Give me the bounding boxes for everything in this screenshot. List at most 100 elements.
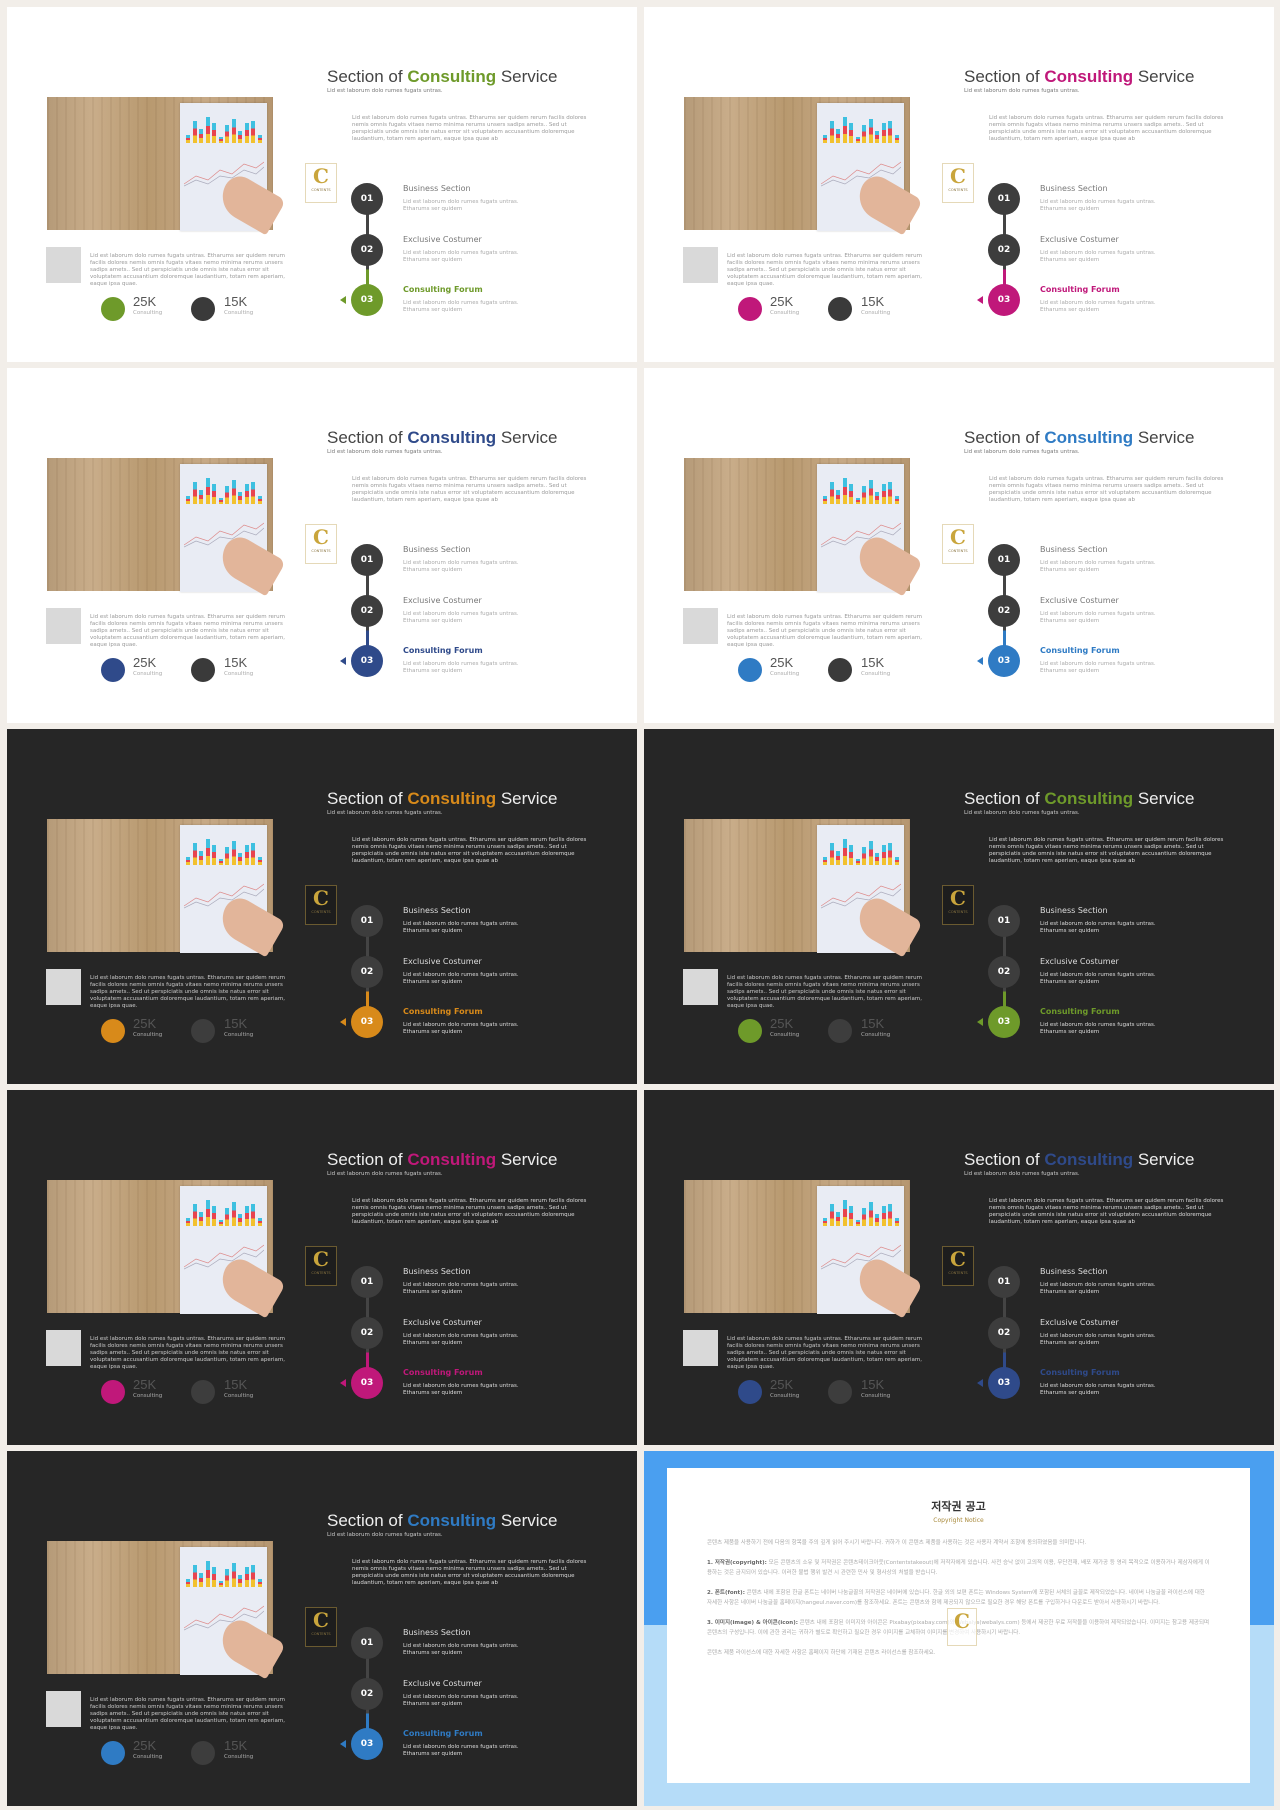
step-title-2: Exclusive Costumer bbox=[403, 1679, 482, 1688]
photo-chart-bar bbox=[212, 1206, 216, 1226]
step-circle-3[interactable]: 03 bbox=[988, 645, 1020, 677]
step-title-3: Consulting Forum bbox=[1040, 646, 1120, 655]
stat-value-2: 15K bbox=[224, 655, 248, 670]
step-title-1: Business Section bbox=[403, 1267, 471, 1276]
step-desc-3: Lid est laborum dolo rumes fugats untras… bbox=[1040, 1022, 1156, 1035]
copyright-section: 1. 저작권(copyright): 모든 콘텐츠의 소유 및 저작권은 콘텐츠… bbox=[707, 1560, 1210, 1576]
left-paragraph: Lid est laborum dolo rumes fugats untras… bbox=[90, 975, 285, 1009]
slide[interactable]: Section of Consulting Service Lid est la… bbox=[644, 1090, 1274, 1445]
photo-chart-bar bbox=[855, 859, 860, 865]
photo-chart-bar bbox=[199, 851, 203, 865]
slide-title: Section of Consulting Service bbox=[327, 789, 558, 808]
step-circle-3[interactable]: 03 bbox=[351, 645, 383, 677]
chart-paper bbox=[180, 1186, 286, 1319]
photo-chart-bar bbox=[257, 1579, 262, 1587]
slide-subtitle: Lid est laborum dolo rumes fugats untras… bbox=[964, 810, 1080, 816]
stat-label-2: Consulting bbox=[861, 671, 891, 677]
stat-value-2: 15K bbox=[224, 1016, 248, 1031]
step-desc-2: Lid est laborum dolo rumes fugats untras… bbox=[1040, 250, 1156, 263]
chart-paper bbox=[180, 1547, 286, 1680]
step-circle-2[interactable]: 02 bbox=[988, 956, 1020, 988]
step-circle-1[interactable]: 01 bbox=[351, 905, 383, 937]
step-circle-1[interactable]: 01 bbox=[988, 905, 1020, 937]
intro-paragraph: Lid est laborum dolo rumes fugats untras… bbox=[352, 837, 587, 864]
slide[interactable]: Section of Consulting Service Lid est la… bbox=[7, 729, 637, 1084]
active-pointer-icon bbox=[340, 296, 346, 304]
photo-chart-bar bbox=[192, 1204, 197, 1226]
step-circle-3[interactable]: 03 bbox=[988, 1006, 1020, 1038]
left-paragraph: Lid est laborum dolo rumes fugats untras… bbox=[90, 253, 285, 287]
step-circle-1[interactable]: 01 bbox=[988, 1266, 1020, 1298]
step-circle-2[interactable]: 02 bbox=[351, 956, 383, 988]
photo-chart-bar bbox=[231, 841, 236, 865]
stat-value-2: 15K bbox=[861, 294, 885, 309]
step-desc-2: Lid est laborum dolo rumes fugats untras… bbox=[403, 1333, 519, 1346]
step-circle-2[interactable]: 02 bbox=[351, 234, 383, 266]
chart-paper bbox=[817, 825, 923, 958]
intro-paragraph: Lid est laborum dolo rumes fugats untras… bbox=[352, 1559, 587, 1586]
step-desc-3: Lid est laborum dolo rumes fugats untras… bbox=[1040, 661, 1156, 674]
slide[interactable]: Section of Consulting Service Lid est la… bbox=[644, 368, 1274, 723]
photo-chart-bar bbox=[231, 480, 236, 504]
photo-chart-bar bbox=[199, 129, 203, 143]
slide[interactable]: Section of Consulting Service Lid est la… bbox=[7, 1451, 637, 1806]
step-circle-1[interactable]: 01 bbox=[351, 1627, 383, 1659]
slide[interactable]: Section of Consulting Service Lid est la… bbox=[7, 368, 637, 723]
left-paragraph: Lid est laborum dolo rumes fugats untras… bbox=[727, 975, 922, 1009]
step-circle-2[interactable]: 02 bbox=[351, 1678, 383, 1710]
photo-chart-bar bbox=[225, 847, 229, 865]
step-desc-1: Lid est laborum dolo rumes fugats untras… bbox=[403, 1643, 519, 1656]
slide[interactable]: Section of Consulting Service Lid est la… bbox=[644, 7, 1274, 362]
stat-value-1: 25K bbox=[133, 294, 157, 309]
photo-chart-bar bbox=[875, 492, 879, 504]
photo-chart-bar bbox=[244, 1567, 249, 1587]
copyright-slide[interactable]: 저작권 공고 Copyright Notice 콘텐츠 제품을 사용하기 전에 … bbox=[644, 1451, 1274, 1806]
photo-chart-bar bbox=[855, 137, 860, 143]
slide[interactable]: Section of Consulting Service Lid est la… bbox=[7, 7, 637, 362]
step-circle-2[interactable]: 02 bbox=[988, 1317, 1020, 1349]
step-title-3: Consulting Forum bbox=[403, 1729, 483, 1738]
step-circle-1[interactable]: 01 bbox=[988, 183, 1020, 215]
step-circle-3[interactable]: 03 bbox=[988, 1367, 1020, 1399]
left-paragraph: Lid est laborum dolo rumes fugats untras… bbox=[727, 614, 922, 648]
photo-chart-bar bbox=[212, 845, 216, 865]
step-circle-1[interactable]: 01 bbox=[351, 1266, 383, 1298]
step-circle-3[interactable]: 03 bbox=[988, 284, 1020, 316]
slide-subtitle: Lid est laborum dolo rumes fugats untras… bbox=[327, 810, 443, 816]
photo-chart-bar bbox=[225, 1208, 229, 1226]
active-pointer-icon bbox=[977, 657, 983, 665]
photo-chart-bar bbox=[218, 859, 223, 865]
photo-chart-bar bbox=[218, 137, 223, 143]
intro-paragraph: Lid est laborum dolo rumes fugats untras… bbox=[352, 476, 587, 503]
photo-chart-bar bbox=[849, 1206, 853, 1226]
photo-chart-bar bbox=[251, 1565, 255, 1587]
placeholder-square bbox=[46, 1330, 81, 1366]
photo-chart-bar bbox=[186, 135, 190, 143]
step-circle-3[interactable]: 03 bbox=[351, 1367, 383, 1399]
active-pointer-icon bbox=[340, 657, 346, 665]
placeholder-square bbox=[46, 1691, 81, 1727]
step-circle-1[interactable]: 01 bbox=[351, 183, 383, 215]
step-circle-2[interactable]: 02 bbox=[351, 1317, 383, 1349]
step-circle-2[interactable]: 02 bbox=[988, 234, 1020, 266]
photo-chart-bar bbox=[842, 839, 847, 865]
step-circle-3[interactable]: 03 bbox=[351, 1728, 383, 1760]
photo-chart-bar bbox=[836, 490, 840, 504]
step-circle-2[interactable]: 02 bbox=[351, 595, 383, 627]
slide[interactable]: Section of Consulting Service Lid est la… bbox=[644, 729, 1274, 1084]
photo-chart-bar bbox=[875, 131, 879, 143]
stat-circle-2 bbox=[191, 1019, 215, 1043]
photo-chart-bar bbox=[855, 498, 860, 504]
photo-chart-bar bbox=[225, 486, 229, 504]
photo-chart-bar bbox=[875, 1214, 879, 1226]
step-circle-3[interactable]: 03 bbox=[351, 284, 383, 316]
step-circle-3[interactable]: 03 bbox=[351, 1006, 383, 1038]
step-circle-2[interactable]: 02 bbox=[988, 595, 1020, 627]
stat-circle-1 bbox=[101, 1019, 125, 1043]
slide-subtitle: Lid est laborum dolo rumes fugats untras… bbox=[327, 449, 443, 455]
stat-label-1: Consulting bbox=[133, 1032, 163, 1038]
step-circle-1[interactable]: 01 bbox=[988, 544, 1020, 576]
photo-chart-bar bbox=[862, 1208, 866, 1226]
step-circle-1[interactable]: 01 bbox=[351, 544, 383, 576]
slide[interactable]: Section of Consulting Service Lid est la… bbox=[7, 1090, 637, 1445]
